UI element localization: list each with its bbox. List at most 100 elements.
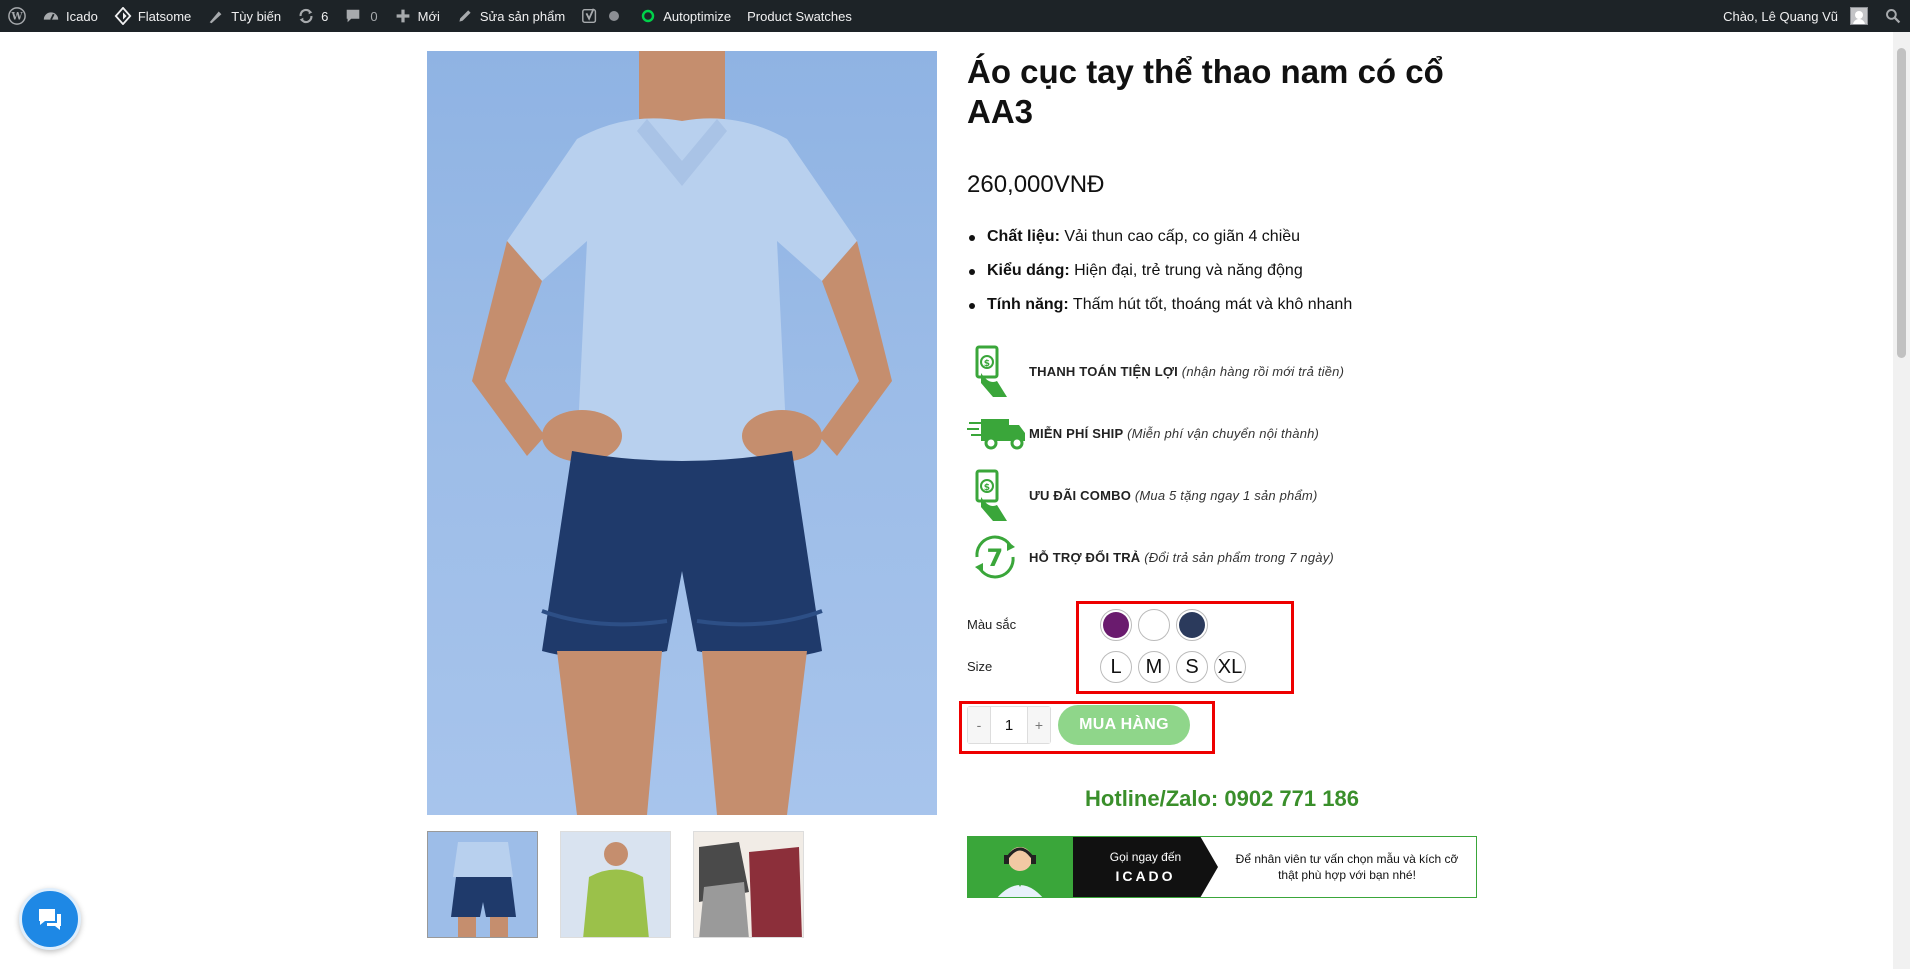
- site-name-label: Icado: [66, 8, 98, 24]
- list-item: Tính năng: Thấm hút tốt, thoáng mát và k…: [967, 288, 1477, 322]
- refresh-icon: [297, 7, 315, 25]
- benefit-list: $ THANH TOÁN TIỆN LỢI (nhận hàng rồi mới…: [967, 340, 1477, 588]
- svg-text:W: W: [10, 12, 23, 23]
- scrollbar-thumb[interactable]: [1897, 48, 1906, 358]
- yoast-link[interactable]: [573, 0, 631, 32]
- product-title: Áo cục tay thể thao nam có cổ AA3: [967, 53, 1444, 130]
- updates-link[interactable]: 6: [289, 0, 336, 32]
- money-hand-icon: $: [967, 466, 1029, 524]
- return-7-days-icon: 7: [967, 528, 1029, 586]
- theme-label: Flatsome: [137, 8, 192, 24]
- avatar: [1850, 7, 1868, 25]
- yoast-icon: [581, 7, 599, 25]
- banner-brand-block: Gọi ngay đến ICADO: [1073, 837, 1218, 897]
- benefit-return: 7 HỖ TRỢ ĐỔI TRẢ (Đổi trả sản phẩm trong…: [967, 526, 1477, 588]
- size-option-xl[interactable]: XL: [1214, 651, 1246, 683]
- color-dot: [1103, 612, 1129, 638]
- chat-icon: [39, 909, 61, 930]
- thumbnail-2[interactable]: [560, 831, 671, 938]
- benefit-note: (nhận hàng rồi mới trả tiền): [1181, 363, 1345, 379]
- product-swatches-label: Product Swatches: [747, 8, 852, 24]
- updates-count: 6: [321, 8, 329, 24]
- admin-bar: W Icado Flatsome Tùy biến 6 0 Mới Sửa sả…: [0, 0, 1910, 32]
- comments-link[interactable]: 0: [336, 0, 385, 32]
- benefit-title: MIỄN PHÍ SHIP: [1029, 425, 1124, 441]
- site-name-link[interactable]: Icado: [34, 0, 106, 32]
- size-option-m[interactable]: M: [1138, 651, 1170, 683]
- hotline-text: Hotline/Zalo: 0902 771 186: [1085, 786, 1359, 811]
- support-agent-icon: [968, 837, 1073, 897]
- color-swatch-navy[interactable]: [1176, 609, 1208, 641]
- color-dot: [1179, 612, 1205, 638]
- color-dot: [1141, 612, 1167, 638]
- banner-call-text: Gọi ngay đến: [1109, 850, 1182, 864]
- benefit-title: HỖ TRỢ ĐỔI TRẢ: [1029, 549, 1141, 565]
- benefit-note: (Đổi trả sản phẩm trong 7 ngày): [1144, 549, 1334, 565]
- greeting-label: Chào, Lê Quang Vũ: [1723, 8, 1838, 24]
- pencil-icon: [456, 7, 474, 25]
- plus-icon: [394, 7, 412, 25]
- banner-description: Để nhân viên tư vấn chọn mẫu và kích cỡ …: [1235, 852, 1459, 882]
- thumbnail-1[interactable]: [427, 831, 538, 938]
- new-label: Mới: [417, 8, 440, 24]
- feature-label: Tính năng:: [987, 296, 1069, 313]
- banner-brand-logo: ICADO: [1115, 868, 1176, 884]
- feature-text: Thấm hút tốt, thoáng mát và khô nhanh: [1068, 296, 1353, 313]
- product-main-image[interactable]: [427, 51, 937, 815]
- quantity-minus-button[interactable]: -: [968, 707, 990, 743]
- benefit-combo: $ ƯU ĐÃI COMBO (Mua 5 tặng ngay 1 sản ph…: [967, 464, 1477, 526]
- benefit-shipping: MIỄN PHÍ SHIP (Miễn phí vận chuyển nội t…: [967, 402, 1477, 464]
- quantity-stepper: - 1 +: [967, 706, 1051, 744]
- autoptimize-label: Autoptimize: [663, 8, 732, 24]
- benefit-note: (Mua 5 tặng ngay 1 sản phẩm): [1134, 487, 1318, 503]
- money-hand-icon: $: [967, 342, 1029, 400]
- customize-link[interactable]: Tùy biến: [199, 0, 289, 32]
- list-item: Chất liệu: Vải thun cao cấp, co giãn 4 c…: [967, 220, 1477, 254]
- theme-link[interactable]: Flatsome: [106, 0, 199, 32]
- model-illustration: [472, 51, 892, 815]
- product-swatches-link[interactable]: Product Swatches: [739, 0, 860, 32]
- page-scrollbar[interactable]: [1893, 32, 1910, 969]
- wordpress-logo-icon: W: [8, 7, 26, 25]
- size-label: Size: [967, 659, 993, 674]
- flatsome-icon: [114, 7, 132, 25]
- edit-product-label: Sửa sản phẩm: [479, 8, 566, 24]
- size-option-s[interactable]: S: [1176, 651, 1208, 683]
- benefit-payment: $ THANH TOÁN TIỆN LỢI (nhận hàng rồi mới…: [967, 340, 1477, 402]
- quantity-input[interactable]: 1: [990, 707, 1028, 743]
- paintbrush-icon: [207, 7, 225, 25]
- feature-text: Vải thun cao cấp, co giãn 4 chiều: [1059, 228, 1301, 245]
- benefit-title: ƯU ĐÃI COMBO: [1029, 487, 1132, 503]
- admin-search-button[interactable]: [1876, 0, 1910, 32]
- customize-label: Tùy biến: [231, 8, 282, 24]
- quantity-plus-button[interactable]: +: [1028, 707, 1050, 743]
- autoptimize-link[interactable]: Autoptimize: [631, 0, 739, 32]
- feature-label: Kiểu dáng:: [987, 262, 1070, 279]
- feature-label: Chất liệu:: [987, 228, 1060, 245]
- search-icon: [1884, 7, 1902, 25]
- feature-text: Hiện đại, trẻ trung và năng động: [1069, 262, 1303, 279]
- svg-text:7: 7: [987, 544, 1004, 572]
- size-option-l[interactable]: L: [1100, 651, 1132, 683]
- call-banner[interactable]: Gọi ngay đến ICADO Để nhân viên tư vấn c…: [967, 836, 1477, 898]
- edit-product-link[interactable]: Sửa sản phẩm: [448, 0, 573, 32]
- comments-count: 0: [370, 8, 378, 24]
- status-dot-icon: [605, 7, 623, 25]
- account-menu[interactable]: Chào, Lê Quang Vũ: [1715, 0, 1876, 32]
- product-price: 260,000VNĐ: [967, 171, 1105, 198]
- new-link[interactable]: Mới: [386, 0, 448, 32]
- feature-list: Chất liệu: Vải thun cao cấp, co giãn 4 c…: [967, 220, 1477, 322]
- dashboard-icon: [42, 7, 60, 25]
- buy-button[interactable]: MUA HÀNG: [1058, 705, 1190, 745]
- benefit-title: THANH TOÁN TIỆN LỢI: [1029, 363, 1178, 379]
- wordpress-menu[interactable]: W: [0, 0, 34, 32]
- chat-button[interactable]: [19, 888, 81, 950]
- product-summary: Áo cục tay thể thao nam có cổ AA3 260,00…: [967, 51, 1477, 588]
- thumbnail-3[interactable]: [693, 831, 804, 938]
- autoptimize-status-icon: [639, 7, 657, 25]
- comment-icon: [344, 7, 362, 25]
- color-swatch-purple[interactable]: [1100, 609, 1132, 641]
- svg-text:$: $: [984, 483, 990, 493]
- color-label: Màu sắc: [967, 617, 1017, 632]
- color-swatch-white[interactable]: [1138, 609, 1170, 641]
